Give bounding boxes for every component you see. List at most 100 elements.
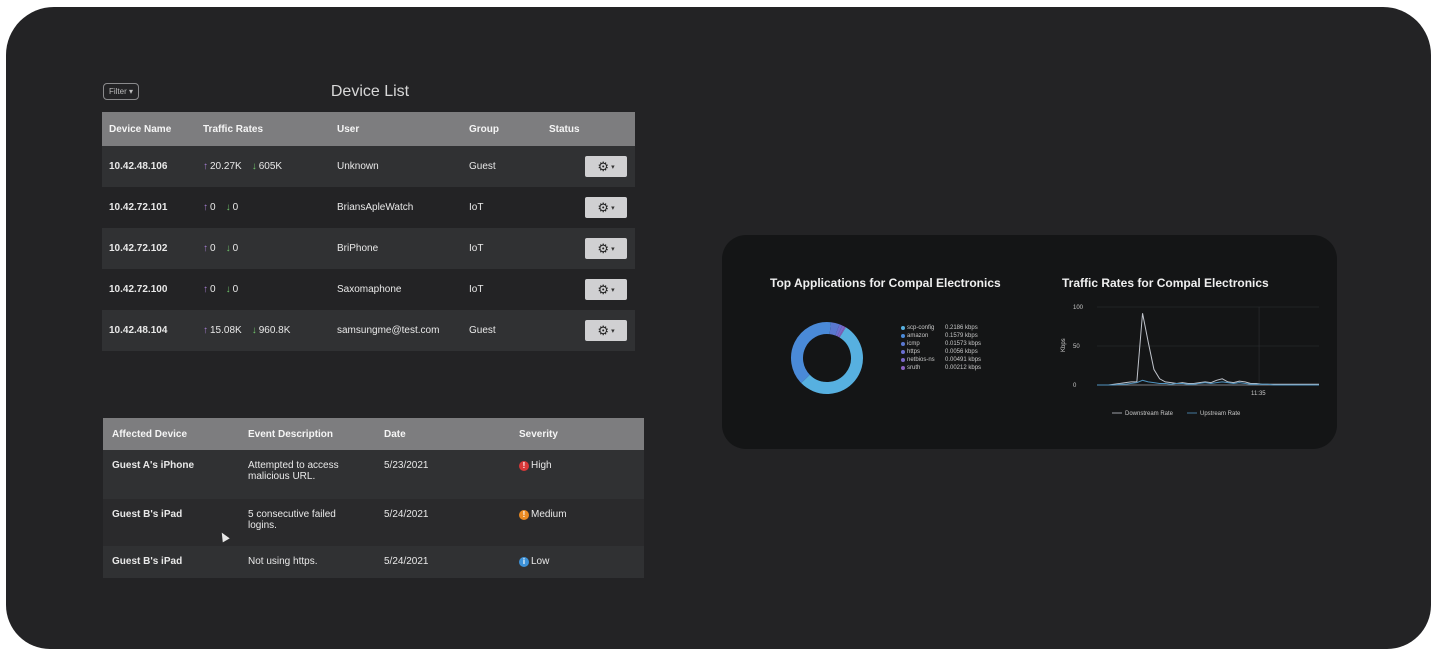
down-rate: 0 bbox=[232, 202, 239, 213]
col-severity[interactable]: Severity bbox=[510, 418, 644, 450]
filter-button[interactable]: Filter ▾ bbox=[103, 83, 139, 100]
device-table: Device Name Traffic Rates User Group Sta… bbox=[102, 112, 635, 351]
chevron-down-icon: ▾ bbox=[611, 163, 615, 171]
down-rate: 960.8K bbox=[258, 325, 291, 336]
donut-slice bbox=[835, 324, 843, 337]
up-arrow-icon: ↑ bbox=[203, 243, 208, 254]
device-name: 10.42.48.106 bbox=[102, 146, 196, 187]
table-row[interactable]: 10.42.72.102 ↑ 0 ↓ 0 BriPhone IoT ⚙ ▾ bbox=[102, 228, 635, 269]
top-apps-title: Top Applications for Compal Electronics bbox=[770, 276, 1001, 290]
donut-slice bbox=[837, 325, 845, 338]
donut-slice bbox=[829, 322, 840, 336]
up-rate: 0 bbox=[210, 243, 216, 254]
legend-name: netbios-ns bbox=[907, 357, 935, 363]
chevron-down-icon: ▾ bbox=[611, 286, 615, 294]
y-tick-label: 0 bbox=[1073, 383, 1077, 389]
chevron-down-icon: ▾ bbox=[611, 327, 615, 335]
affected-device: Guest B's iPad bbox=[103, 546, 239, 578]
gear-icon: ⚙ bbox=[597, 322, 610, 338]
col-user[interactable]: User bbox=[330, 112, 462, 146]
col-device-name[interactable]: Device Name bbox=[102, 112, 196, 146]
gear-icon: ⚙ bbox=[597, 240, 610, 256]
severity-label: Low bbox=[531, 556, 550, 567]
down-arrow-icon: ↓ bbox=[225, 284, 231, 295]
device-user: samsungme@test.com bbox=[330, 310, 462, 351]
events-table: Affected Device Event Description Date S… bbox=[103, 418, 644, 578]
up-rate: 20.27K bbox=[210, 161, 242, 172]
device-name: 10.42.72.102 bbox=[102, 228, 196, 269]
down-rate: 0 bbox=[232, 284, 239, 295]
apps-legend: scp-config 0.2186 kbps amazon 0.1579 kbps … bbox=[901, 324, 981, 372]
table-row[interactable]: 10.42.48.106 ↑ 20.27K ↓ 605K Unknown Guest … bbox=[102, 146, 635, 187]
up-arrow-icon: ↑ bbox=[203, 284, 208, 295]
table-row[interactable]: Guest A's iPhone Attempted to access mal… bbox=[103, 450, 644, 499]
device-user: BriansApleWatch bbox=[330, 187, 462, 228]
device-group: Guest bbox=[462, 310, 542, 351]
legend-value: 0.0056 kbps bbox=[945, 349, 978, 355]
up-rate: 0 bbox=[210, 284, 216, 295]
affected-device: Guest B's iPad bbox=[103, 499, 239, 546]
table-row[interactable]: 10.42.72.101 ↑ 0 ↓ 0 BriansApleWatch IoT ⚙ ▾ bbox=[102, 187, 635, 228]
legend-label: Downstream Rate bbox=[1125, 411, 1174, 417]
y-tick-label: 100 bbox=[1073, 305, 1084, 311]
up-arrow-icon: ↑ bbox=[203, 202, 208, 213]
down-arrow-icon: ↓ bbox=[251, 325, 257, 336]
legend-swatch bbox=[901, 358, 905, 362]
legend-swatch bbox=[901, 342, 905, 346]
down-rate: 605K bbox=[258, 161, 283, 172]
table-row[interactable]: Guest B's iPad Not using https. 5/24/202… bbox=[103, 546, 644, 578]
traffic-rates: ↑ 0 ↓ 0 bbox=[196, 187, 330, 228]
device-group: Guest bbox=[462, 146, 542, 187]
legend-item: https 0.0056 kbps bbox=[901, 348, 981, 356]
legend-item: icmp 0.01573 kbps bbox=[901, 340, 981, 348]
col-traffic-rates[interactable]: Traffic Rates bbox=[196, 112, 330, 146]
down-rate: 0 bbox=[232, 243, 239, 254]
legend-item: sruth 0.00212 kbps bbox=[901, 364, 981, 372]
status-gear-button[interactable]: ⚙ ▾ bbox=[585, 197, 627, 218]
status-gear-button[interactable]: ⚙ ▾ bbox=[585, 279, 627, 300]
up-rate: 15.08K bbox=[210, 325, 242, 336]
event-description: 5 consecutive failed logins. bbox=[239, 499, 375, 546]
traffic-line-chart: 0 50 100 11:35 Kbps Downstream Rate Upstream R… bbox=[1061, 305, 1319, 417]
legend-item: netbios-ns 0.00491 kbps bbox=[901, 356, 981, 364]
col-date[interactable]: Date bbox=[375, 418, 510, 450]
event-date: 5/24/2021 bbox=[375, 499, 510, 546]
events-table-header: Affected Device Event Description Date S… bbox=[103, 418, 644, 450]
legend-swatch bbox=[901, 350, 905, 354]
down-arrow-icon: ↓ bbox=[225, 202, 231, 213]
table-row[interactable]: 10.42.48.104 ↑ 15.08K ↓ 960.8K samsungme@te… bbox=[102, 310, 635, 351]
status-gear-button[interactable]: ⚙ ▾ bbox=[585, 156, 627, 177]
analytics-panel: Top Applications for Compal Electronics … bbox=[722, 235, 1337, 449]
status-cell: ⚙ ▾ bbox=[542, 146, 635, 187]
status-gear-button[interactable]: ⚙ ▾ bbox=[585, 238, 627, 259]
down-arrow-icon: ↓ bbox=[251, 161, 257, 172]
table-row[interactable]: Guest B's iPad 5 consecutive failed logi… bbox=[103, 499, 644, 546]
chevron-down-icon: ▾ bbox=[611, 204, 615, 212]
severity-cell: i Low bbox=[510, 546, 644, 578]
col-event-description[interactable]: Event Description bbox=[239, 418, 375, 450]
traffic-rates: ↑ 0 ↓ 0 bbox=[196, 228, 330, 269]
event-description: Attempted to access malicious URL. bbox=[239, 450, 375, 499]
alert-icon: ! bbox=[519, 461, 529, 471]
down-arrow-icon: ↓ bbox=[225, 243, 231, 254]
status-cell: ⚙ ▾ bbox=[542, 310, 635, 351]
up-rate: 0 bbox=[210, 202, 216, 213]
status-gear-button[interactable]: ⚙ ▾ bbox=[585, 320, 627, 341]
severity-label: Medium bbox=[531, 509, 567, 520]
severity-cell: ! High bbox=[510, 450, 644, 499]
status-cell: ⚙ ▾ bbox=[542, 187, 635, 228]
donut-slice bbox=[791, 322, 831, 384]
table-row[interactable]: 10.42.72.100 ↑ 0 ↓ 0 Saxomaphone IoT ⚙ ▾ bbox=[102, 269, 635, 310]
device-name: 10.42.72.100 bbox=[102, 269, 196, 310]
gear-icon: ⚙ bbox=[597, 158, 610, 174]
col-status[interactable]: Status bbox=[542, 112, 635, 146]
info-icon: i bbox=[519, 557, 529, 567]
affected-device: Guest A's iPhone bbox=[103, 450, 239, 499]
legend-name: scp-config bbox=[907, 325, 935, 331]
col-affected-device[interactable]: Affected Device bbox=[103, 418, 239, 450]
alert-icon: ! bbox=[519, 510, 529, 520]
legend-swatch bbox=[901, 334, 905, 338]
col-group[interactable]: Group bbox=[462, 112, 542, 146]
legend-value: 0.1579 kbps bbox=[945, 333, 978, 339]
legend-value: 0.2186 kbps bbox=[945, 325, 978, 331]
